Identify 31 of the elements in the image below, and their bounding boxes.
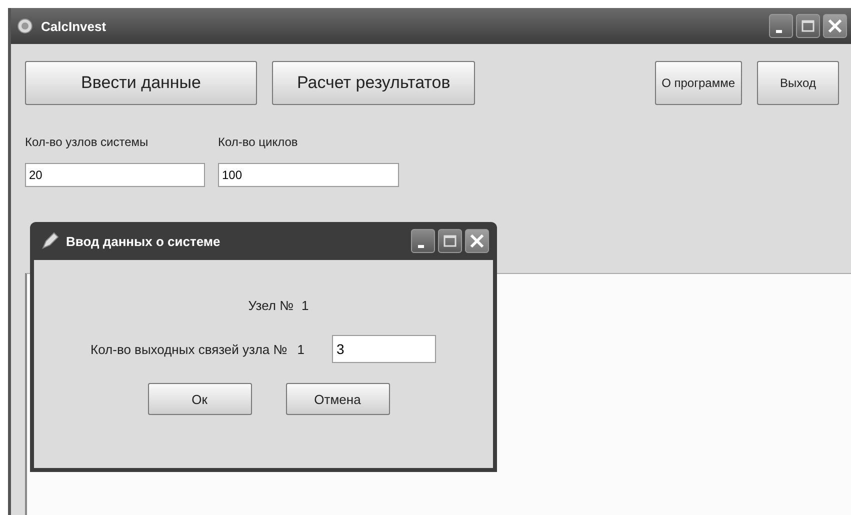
dialog-title: Ввод данных о системе: [66, 234, 220, 248]
minimize-button[interactable]: [411, 229, 435, 253]
maximize-button[interactable]: [796, 14, 820, 38]
minimize-icon: [418, 244, 424, 248]
node-number: 1: [302, 298, 309, 313]
pen-icon: [40, 231, 60, 251]
dialog-button[interactable]: Отмена: [286, 383, 390, 415]
close-button[interactable]: [465, 229, 489, 253]
toolbar-button[interactable]: Выход: [757, 61, 839, 105]
close-button[interactable]: [823, 14, 847, 38]
minimize-icon: [776, 30, 782, 32]
maximize-button[interactable]: [438, 229, 462, 253]
toolbar-button[interactable]: Ввести данные: [25, 61, 257, 105]
minimize-button[interactable]: [769, 14, 793, 38]
input-field[interactable]: 20: [25, 163, 205, 187]
node-number: 1: [297, 342, 304, 356]
links-label: Кол-во выходных связей узла №: [90, 342, 288, 356]
maximize-icon: [443, 234, 457, 248]
field-label: Кол-во узлов системы: [25, 135, 150, 149]
toolbar-button[interactable]: Расчет результатов: [272, 61, 476, 105]
close-icon: [469, 233, 485, 249]
coin-icon: [17, 18, 33, 34]
field-label: Кол-во циклов: [218, 135, 299, 149]
node-label: Узел №: [248, 298, 294, 313]
dialog-button[interactable]: Ок: [148, 383, 252, 415]
close-icon: [827, 18, 843, 34]
toolbar-button[interactable]: О программе: [654, 61, 742, 105]
window-title: CalcInvest: [41, 18, 106, 34]
maximize-icon: [801, 19, 815, 33]
input-field[interactable]: 3: [332, 335, 436, 363]
input-field[interactable]: 100: [218, 163, 399, 187]
